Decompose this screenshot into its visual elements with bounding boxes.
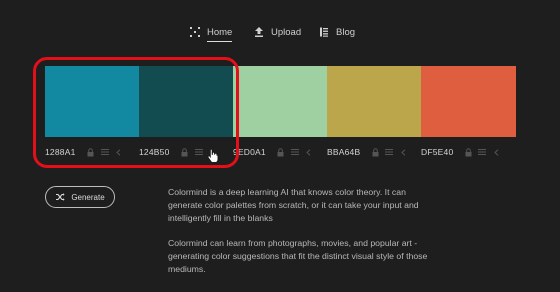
swatch-code-2: 124B50 — [139, 147, 170, 157]
shuffle-icon — [55, 192, 65, 202]
nav-upload-label: Upload — [271, 26, 302, 38]
nav-blog-label: Blog — [336, 26, 356, 38]
lock-icon[interactable] — [370, 146, 380, 158]
generate-button-label: Generate — [71, 192, 105, 202]
arrow-left-icon[interactable] — [398, 146, 408, 158]
swatch-code-3: 9ED0A1 — [233, 147, 266, 157]
adjust-sliders-icon[interactable] — [194, 146, 204, 158]
swatch-controls-5: DF5E40 — [421, 145, 505, 159]
adjust-sliders-icon[interactable] — [384, 146, 394, 158]
lock-icon[interactable] — [463, 146, 473, 158]
description-paragraph-1: Colormind is a deep learning AI that kno… — [168, 187, 419, 223]
swatch-controls-1: 1288A1 — [45, 145, 128, 159]
colormind-page: Home Upload Blog 1288A1 124B50 9ED0A1 BB… — [0, 0, 560, 292]
blog-list-icon — [318, 26, 330, 38]
swatch-5[interactable] — [421, 66, 516, 137]
swatch-controls-4: BBA64B — [327, 145, 412, 159]
top-nav: Home Upload Blog — [0, 24, 560, 42]
arrow-left-icon[interactable] — [491, 146, 501, 158]
swatch-codes: 1288A1 124B50 9ED0A1 BBA64B DF5E40 — [45, 145, 516, 159]
generate-grid-icon — [189, 26, 201, 38]
adjust-sliders-icon[interactable] — [100, 146, 110, 158]
hand-cursor-icon — [207, 148, 219, 164]
arrow-left-icon[interactable] — [114, 146, 124, 158]
lock-icon[interactable] — [86, 146, 96, 158]
swatch-2[interactable] — [139, 66, 233, 137]
generate-button[interactable]: Generate — [45, 186, 115, 208]
swatch-3[interactable] — [233, 66, 327, 137]
lock-icon[interactable] — [180, 146, 190, 158]
upload-icon — [253, 26, 265, 38]
nav-home[interactable]: Home — [189, 24, 233, 42]
swatch-controls-2: 124B50 — [139, 145, 208, 159]
nav-home-label: Home — [207, 26, 233, 42]
swatch-code-4: BBA64B — [327, 147, 361, 157]
adjust-sliders-icon[interactable] — [477, 146, 487, 158]
description-paragraph-2: Colormind can learn from photographs, mo… — [168, 238, 428, 274]
swatch-1[interactable] — [45, 66, 139, 137]
swatch-code-5: DF5E40 — [421, 147, 454, 157]
nav-upload[interactable]: Upload — [253, 24, 301, 40]
description: Colormind is a deep learning AI that kno… — [168, 186, 428, 288]
nav-blog[interactable]: Blog — [318, 24, 355, 40]
swatch-code-1: 1288A1 — [45, 147, 76, 157]
adjust-sliders-icon[interactable] — [290, 146, 300, 158]
swatch-4[interactable] — [327, 66, 421, 137]
swatch-controls-3: 9ED0A1 — [233, 145, 318, 159]
color-palette — [45, 66, 516, 137]
lock-icon[interactable] — [276, 146, 286, 158]
arrow-left-icon[interactable] — [304, 146, 314, 158]
